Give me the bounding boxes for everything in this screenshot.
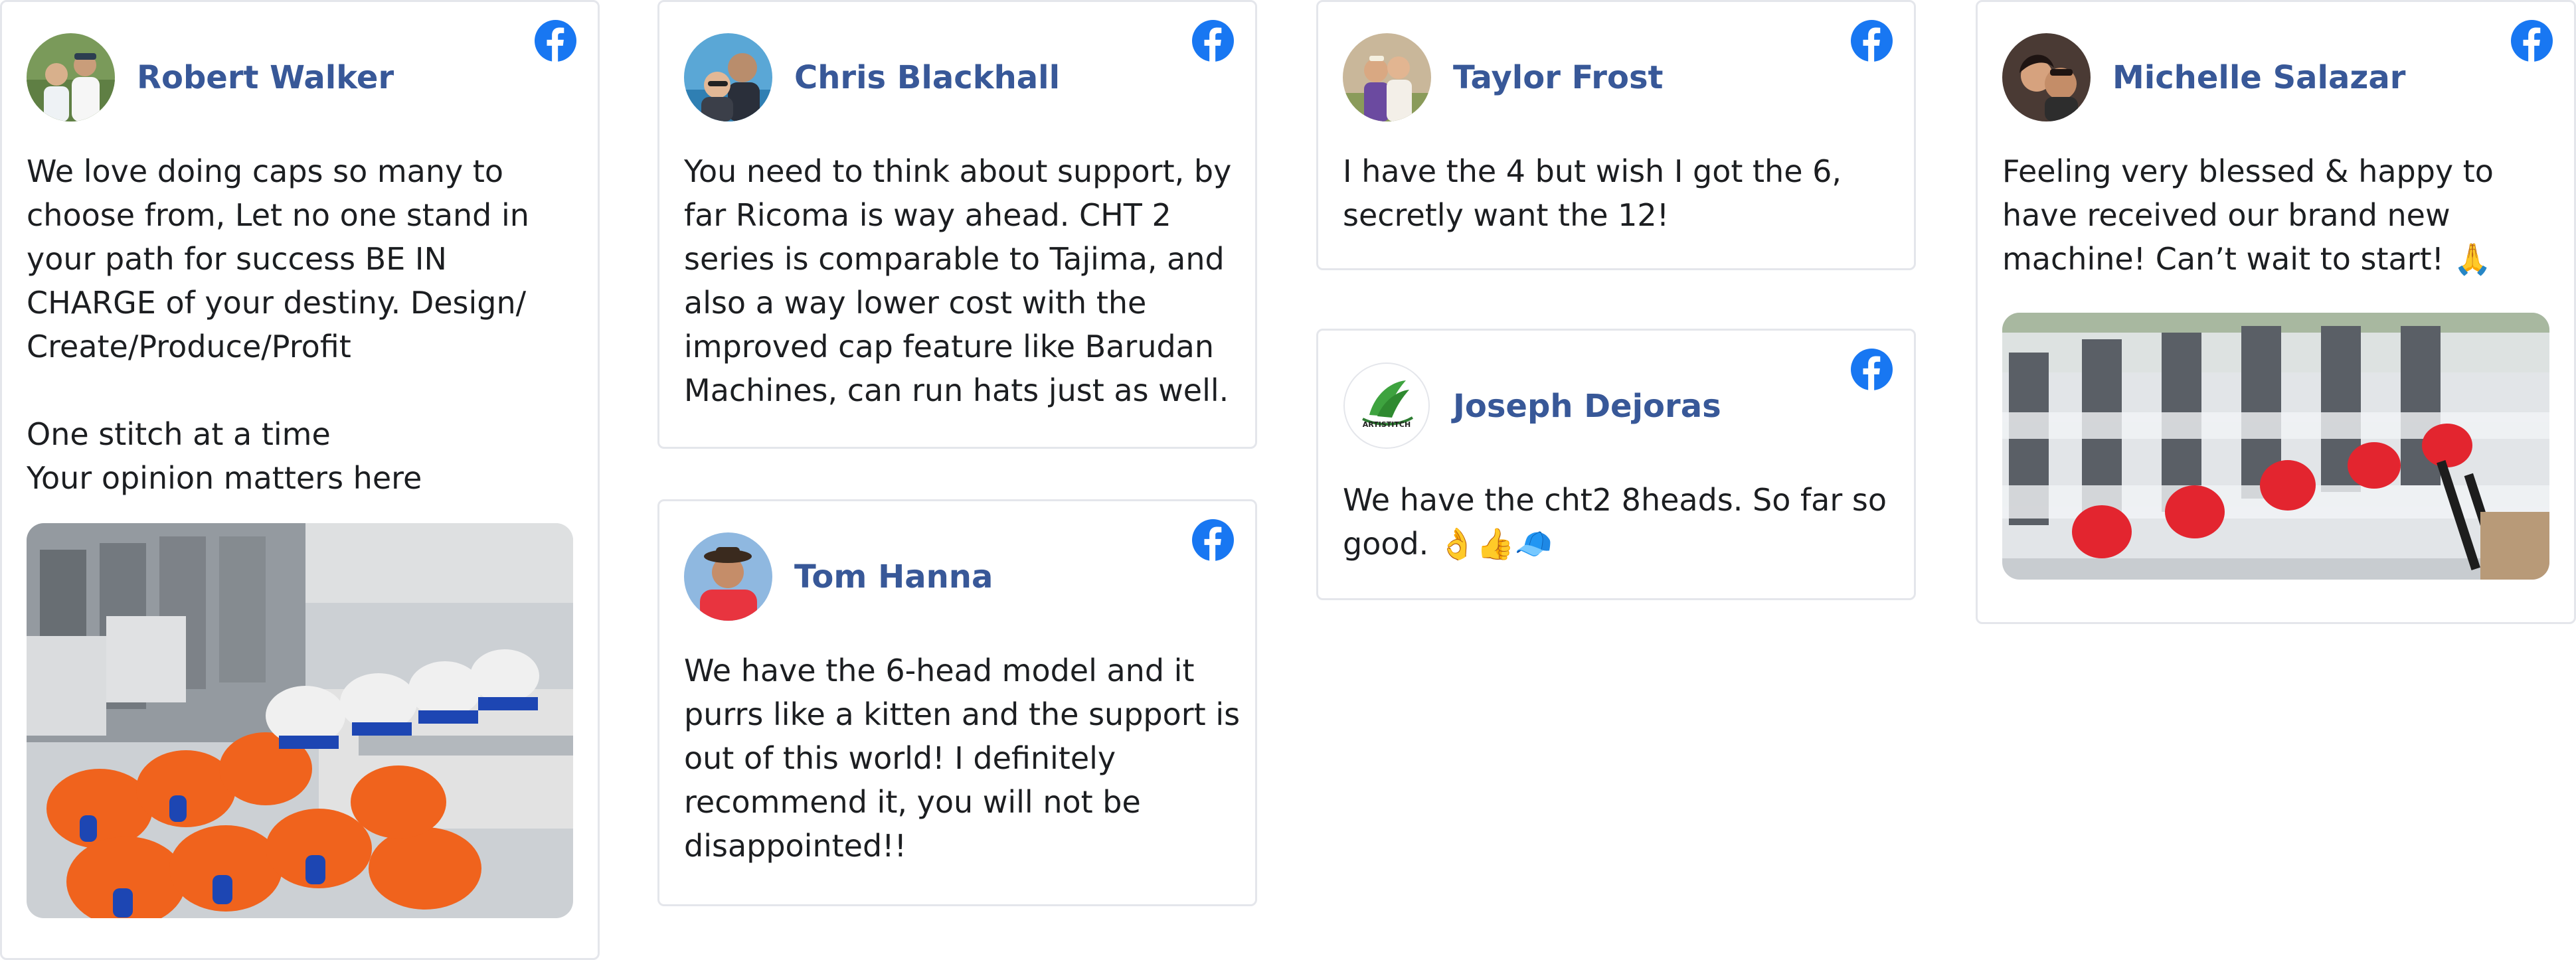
avatar[interactable] (684, 33, 772, 121)
avatar[interactable] (27, 33, 115, 121)
avatar[interactable]: ARTISTITCH (1343, 362, 1431, 450)
review-card: Taylor Frost I have the 4 but wish I got… (1316, 0, 1916, 270)
reviewer-name[interactable]: Chris Blackhall (794, 56, 1060, 99)
avatar[interactable] (684, 532, 772, 621)
review-text: We have the 6-head model and it purrs li… (684, 653, 1241, 864)
avatar[interactable] (2002, 33, 2091, 121)
facebook-icon[interactable] (1192, 20, 1234, 62)
review-card: ARTISTITCH Joseph Dejoras We have the ch… (1316, 329, 1916, 600)
review-card: Robert Walker We love doing caps so many… (0, 0, 600, 960)
review-card: Chris Blackhall You need to think about … (657, 0, 1257, 449)
reviewer-name[interactable]: Taylor Frost (1453, 56, 1663, 99)
reviewer-name[interactable]: Michelle Salazar (2112, 56, 2405, 99)
reviewer-name[interactable]: Tom Hanna (794, 556, 993, 598)
review-text: I have the 4 but wish I got the 6, secre… (1343, 153, 1842, 233)
review-text: Feeling very blessed & happy to have rec… (2002, 153, 2494, 277)
review-photo[interactable] (2002, 313, 2549, 580)
facebook-icon[interactable] (1192, 519, 1234, 561)
review-text: You need to think about support, by far … (684, 153, 1232, 408)
facebook-icon[interactable] (1851, 20, 1893, 62)
review-text: We love doing caps so many to choose fro… (27, 153, 529, 496)
review-photo[interactable] (27, 523, 573, 918)
reviewer-name[interactable]: Robert Walker (137, 56, 394, 99)
review-card: Michelle Salazar Feeling very blessed & … (1976, 0, 2576, 624)
review-text: We have the cht2 8heads. So far so good.… (1343, 482, 1887, 562)
facebook-icon[interactable] (1851, 349, 1893, 390)
avatar[interactable] (1343, 33, 1431, 121)
facebook-icon[interactable] (2511, 20, 2553, 62)
review-card: Tom Hanna We have the 6-head model and i… (657, 499, 1257, 906)
facebook-icon[interactable] (535, 20, 576, 62)
svg-text:ARTISTITCH: ARTISTITCH (1363, 420, 1411, 429)
reviewer-name[interactable]: Joseph Dejoras (1453, 385, 1721, 428)
